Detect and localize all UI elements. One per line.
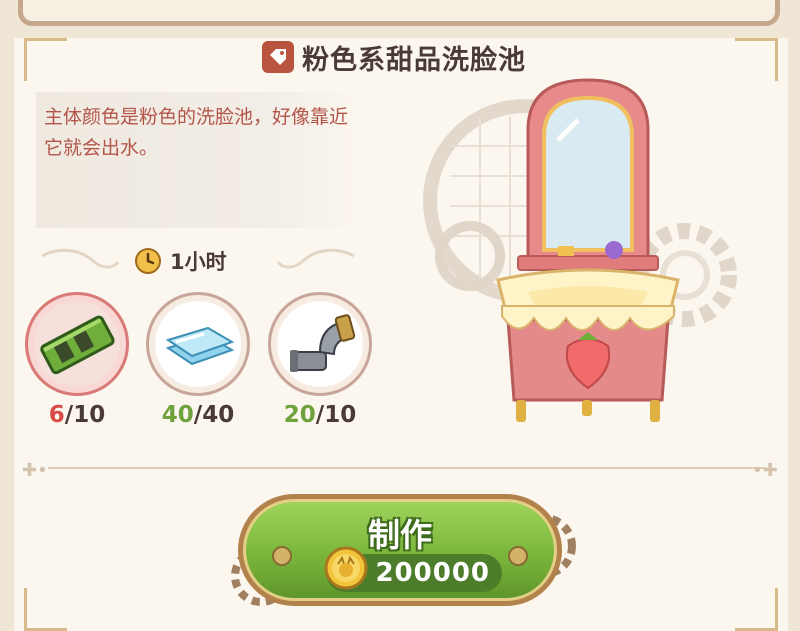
swirl-ornament (41, 248, 120, 269)
clock-icon (135, 248, 161, 274)
pipe-elbow-icon (290, 314, 356, 372)
swirl-ornament (276, 248, 355, 269)
tag-icon (262, 41, 294, 73)
corner-ornament (24, 588, 67, 631)
gold-coin-icon (324, 546, 368, 590)
corner-ornament (735, 588, 778, 631)
craft-button-label: 制作 (367, 516, 432, 554)
material-slot-board[interactable] (25, 292, 129, 396)
material-slot-glass[interactable] (146, 292, 250, 396)
craft-cost-value: 200000 (375, 558, 490, 588)
material-count: 40/40 (161, 402, 235, 428)
green-board-icon (40, 315, 115, 375)
material-slot-pipe[interactable] (268, 292, 372, 396)
description-box: 主体颜色是粉色的洗脸池，好像靠近它就会出水。 (36, 92, 362, 228)
craft-time: 1小时 (134, 246, 227, 276)
material-count: 20/10 (283, 402, 357, 428)
corner-ornament (24, 38, 67, 81)
craft-time-label: 1小时 (170, 250, 227, 274)
top-panel-edge (18, 0, 780, 26)
item-title-row: 粉色系甜品洗脸池 (262, 40, 526, 76)
craft-button[interactable]: 制作 200000 (238, 494, 562, 606)
glass-panes-icon (165, 326, 235, 366)
divider-ornament: ✚• (22, 460, 48, 481)
material-count: 6/10 (48, 402, 106, 428)
divider-line (48, 467, 766, 469)
item-description: 主体颜色是粉色的洗脸池，好像靠近它就会出水。 (44, 106, 349, 159)
divider-ornament: •✚ (752, 460, 778, 481)
item-preview-sink (496, 78, 680, 422)
